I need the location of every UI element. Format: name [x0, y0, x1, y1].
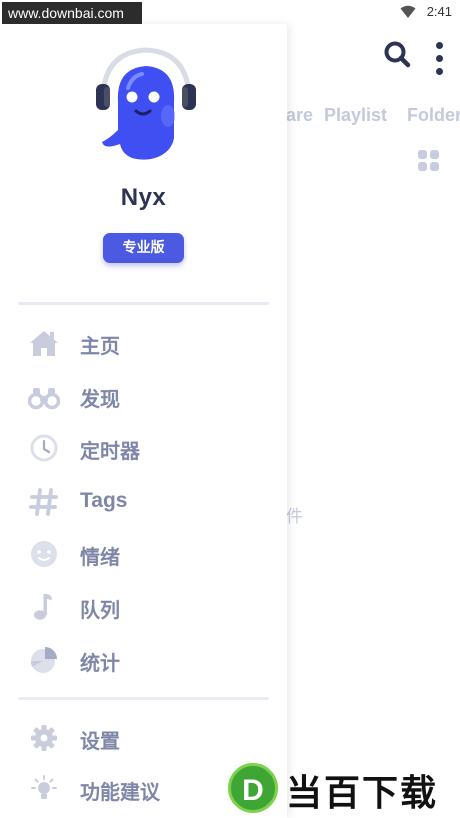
lightbulb-icon [31, 775, 57, 799]
menu-item-statistics[interactable]: 统计 [0, 638, 287, 682]
search-icon[interactable] [383, 40, 411, 68]
music-note-icon [34, 594, 52, 620]
menu-item-timer[interactable]: 定时器 [0, 426, 287, 470]
tab-folder[interactable]: Folder [407, 105, 460, 126]
menu-item-label: 功能建议 [80, 780, 160, 804]
divider [18, 697, 269, 700]
menu-item-label: 发现 [80, 387, 120, 411]
menu-item-tags[interactable]: Tags [0, 480, 287, 524]
navigation-drawer: Nyx 专业版 主页 发现 定时器 Tags 情绪 队列 统计 设置 功能建议 [0, 24, 287, 818]
pro-version-button[interactable]: 专业版 [103, 233, 184, 263]
menu-item-label: 设置 [80, 729, 120, 753]
avatar[interactable] [96, 46, 196, 166]
menu-item-queue[interactable]: 队列 [0, 585, 287, 629]
gear-icon [31, 725, 57, 751]
menu-item-label: 队列 [80, 598, 120, 622]
tab-playlist[interactable]: Playlist [324, 105, 387, 126]
empty-state-text: 件 [286, 507, 303, 527]
menu-item-settings[interactable]: 设置 [0, 716, 287, 760]
clock-icon [30, 434, 58, 462]
menu-item-mood[interactable]: 情绪 [0, 532, 287, 576]
watermark-url: www.downbai.com [2, 2, 142, 24]
menu-item-discover[interactable]: 发现 [0, 374, 287, 418]
menu-item-label: 统计 [80, 651, 120, 675]
watermark-logo-mark: D [228, 763, 278, 813]
menu-item-home[interactable]: 主页 [0, 321, 287, 365]
more-options-icon[interactable] [434, 42, 444, 75]
menu-item-label: 主页 [80, 334, 120, 358]
pie-chart-icon [30, 647, 57, 673]
grid-view-icon[interactable] [418, 150, 440, 172]
smiley-icon [31, 541, 57, 567]
menu-item-label: 定时器 [80, 439, 140, 463]
hashtag-icon [29, 488, 58, 516]
tab-partial[interactable]: are [286, 105, 313, 126]
status-time: 2:41 [426, 4, 452, 19]
watermark-logo: D 当百下载 [226, 756, 460, 818]
menu-item-label: Tags [80, 489, 128, 512]
watermark-logo-text: 当百下载 [286, 773, 439, 814]
wifi-icon [400, 5, 416, 18]
user-name: Nyx [120, 184, 167, 211]
home-icon [30, 331, 58, 356]
menu-item-label: 情绪 [80, 545, 120, 569]
divider [18, 302, 269, 305]
binoculars-icon [28, 388, 60, 410]
